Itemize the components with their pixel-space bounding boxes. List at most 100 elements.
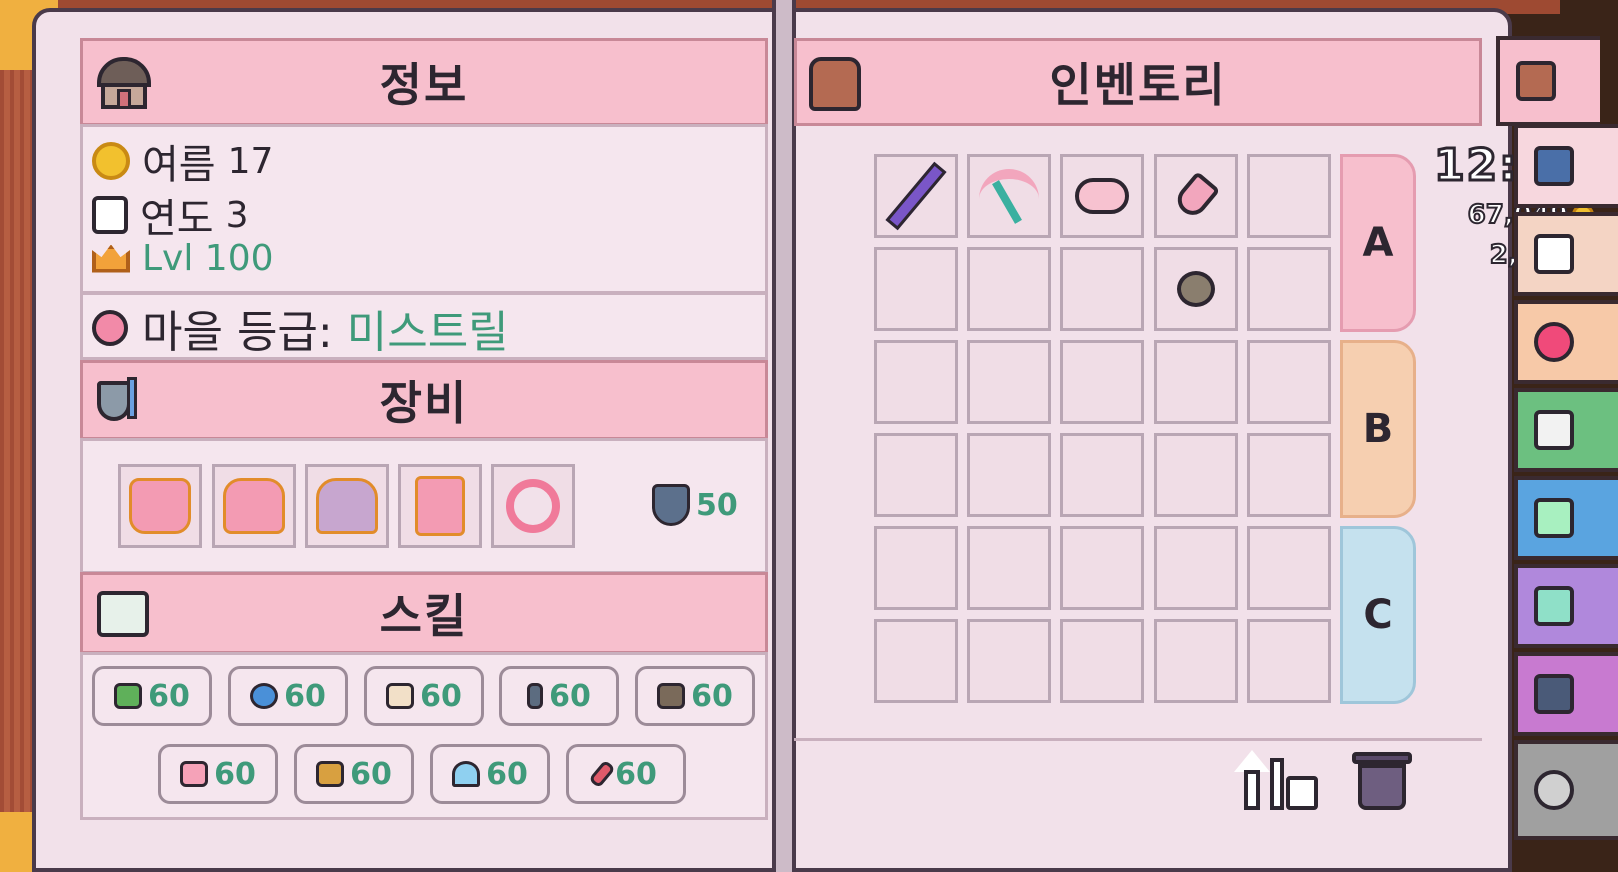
side-tab-animals[interactable] xyxy=(1514,388,1618,472)
ring-icon xyxy=(506,479,560,533)
inventory-slot[interactable] xyxy=(1060,247,1144,331)
season-label: 여름 xyxy=(142,142,216,188)
inventory-slot[interactable] xyxy=(967,340,1051,424)
skill-fishing[interactable]: 60 xyxy=(228,666,348,726)
inventory-slot[interactable] xyxy=(1247,526,1331,610)
inventory-slot[interactable] xyxy=(967,247,1051,331)
pants-icon xyxy=(316,478,378,534)
shovel-icon xyxy=(1171,171,1221,221)
stone-icon xyxy=(1177,271,1215,307)
heart-icon xyxy=(1534,322,1574,362)
skill-value: 60 xyxy=(486,756,528,792)
keyboard-icon xyxy=(1534,674,1574,714)
skill-farming[interactable]: 60 xyxy=(92,666,212,726)
inventory-tab-c[interactable]: C xyxy=(1340,526,1416,704)
cow-icon xyxy=(1534,410,1574,450)
inventory-slot[interactable] xyxy=(1247,433,1331,517)
skill-crafting[interactable]: 60 xyxy=(158,744,278,804)
inventory-tab-b[interactable]: B xyxy=(1340,340,1416,518)
equip-slot-legs[interactable] xyxy=(305,464,389,548)
inventory-slot[interactable] xyxy=(967,154,1051,238)
cooking-icon xyxy=(386,683,415,709)
inventory-tab-a[interactable]: A xyxy=(1340,154,1416,332)
inventory-slot[interactable] xyxy=(874,154,958,238)
calendar-icon xyxy=(92,196,128,234)
side-tab-shop[interactable] xyxy=(1514,124,1618,208)
skill-mining[interactable]: 60 xyxy=(635,666,755,726)
inventory-title: 인벤토리 xyxy=(1049,58,1227,112)
equip-slot-chest[interactable] xyxy=(212,464,296,548)
inventory-slot[interactable] xyxy=(1060,154,1144,238)
sort-icon[interactable] xyxy=(1234,750,1320,812)
inventory-slot[interactable] xyxy=(874,526,958,610)
inventory-slot[interactable] xyxy=(874,619,958,703)
inventory-slot[interactable] xyxy=(874,340,958,424)
inventory-slot[interactable] xyxy=(1154,154,1238,238)
inventory-slot[interactable] xyxy=(1154,340,1238,424)
bowl-icon xyxy=(316,761,345,787)
inventory-slot[interactable] xyxy=(1060,526,1144,610)
skill-ranching[interactable]: 60 xyxy=(294,744,414,804)
defense-shield-icon xyxy=(652,484,690,526)
skill-value: 60 xyxy=(284,678,326,714)
skill-value: 60 xyxy=(420,678,462,714)
defense-stat: 50 xyxy=(652,484,738,526)
inventory-slot[interactable] xyxy=(967,526,1051,610)
side-tab-settings[interactable] xyxy=(1514,740,1618,840)
sprout-icon xyxy=(114,683,143,709)
inventory-slot[interactable] xyxy=(967,433,1051,517)
defense-value: 50 xyxy=(696,487,738,523)
feather-icon xyxy=(527,683,544,709)
side-tab-relationships[interactable] xyxy=(1514,300,1618,384)
inventory-slot[interactable] xyxy=(1247,154,1331,238)
watering-can-icon xyxy=(1075,178,1129,214)
inventory-slot[interactable] xyxy=(1247,619,1331,703)
level-row: Lvl 100 xyxy=(92,238,274,279)
side-tab-inventory[interactable] xyxy=(1496,36,1600,126)
inventory-slot[interactable] xyxy=(1247,340,1331,424)
pickaxe-icon xyxy=(657,683,686,709)
inventory-slot[interactable] xyxy=(967,619,1051,703)
equip-slot-helmet[interactable] xyxy=(118,464,202,548)
sword-icon xyxy=(885,161,947,231)
skill-value: 60 xyxy=(148,678,190,714)
town-label: 마을 등급: xyxy=(142,307,333,358)
equipment-header: 장비 xyxy=(80,360,768,440)
skills-title: 스킬 xyxy=(379,589,469,643)
shop-icon xyxy=(1534,146,1574,186)
flower-icon xyxy=(92,310,128,346)
inventory-slot[interactable] xyxy=(1154,526,1238,610)
skill-value: 60 xyxy=(350,756,392,792)
inventory-slot[interactable] xyxy=(1154,247,1238,331)
trash-icon[interactable] xyxy=(1352,748,1412,810)
mail-icon xyxy=(1534,234,1574,274)
inventory-slot[interactable] xyxy=(874,247,958,331)
inventory-slot[interactable] xyxy=(1060,433,1144,517)
helmet-icon xyxy=(129,478,191,534)
inventory-slot[interactable] xyxy=(1060,340,1144,424)
skill-value: 60 xyxy=(691,678,733,714)
year-value: 3 xyxy=(225,194,249,236)
skill-foraging[interactable]: 60 xyxy=(499,666,619,726)
paint-icon xyxy=(180,761,209,787)
inventory-slot[interactable] xyxy=(874,433,958,517)
inventory-slot[interactable] xyxy=(1060,619,1144,703)
sword-icon xyxy=(588,759,616,789)
sun-icon xyxy=(92,142,130,180)
skill-magic[interactable]: 60 xyxy=(430,744,550,804)
equip-slot-accessory[interactable] xyxy=(491,464,575,548)
equip-slot-boots[interactable] xyxy=(398,464,482,548)
inventory-slot[interactable] xyxy=(1154,619,1238,703)
boots-icon xyxy=(415,476,465,536)
side-tab-mail[interactable] xyxy=(1514,212,1618,296)
inventory-slot[interactable] xyxy=(1154,433,1238,517)
inventory-header: 인벤토리 xyxy=(794,38,1482,126)
side-tab-keyboard[interactable] xyxy=(1514,652,1618,736)
armor-icon xyxy=(223,478,285,534)
side-tab-map[interactable] xyxy=(1514,564,1618,648)
inventory-slot[interactable] xyxy=(1247,247,1331,331)
sparkle-icon xyxy=(1534,498,1574,538)
skill-cooking[interactable]: 60 xyxy=(364,666,484,726)
skill-combat[interactable]: 60 xyxy=(566,744,686,804)
side-tab-magic[interactable] xyxy=(1514,476,1618,560)
